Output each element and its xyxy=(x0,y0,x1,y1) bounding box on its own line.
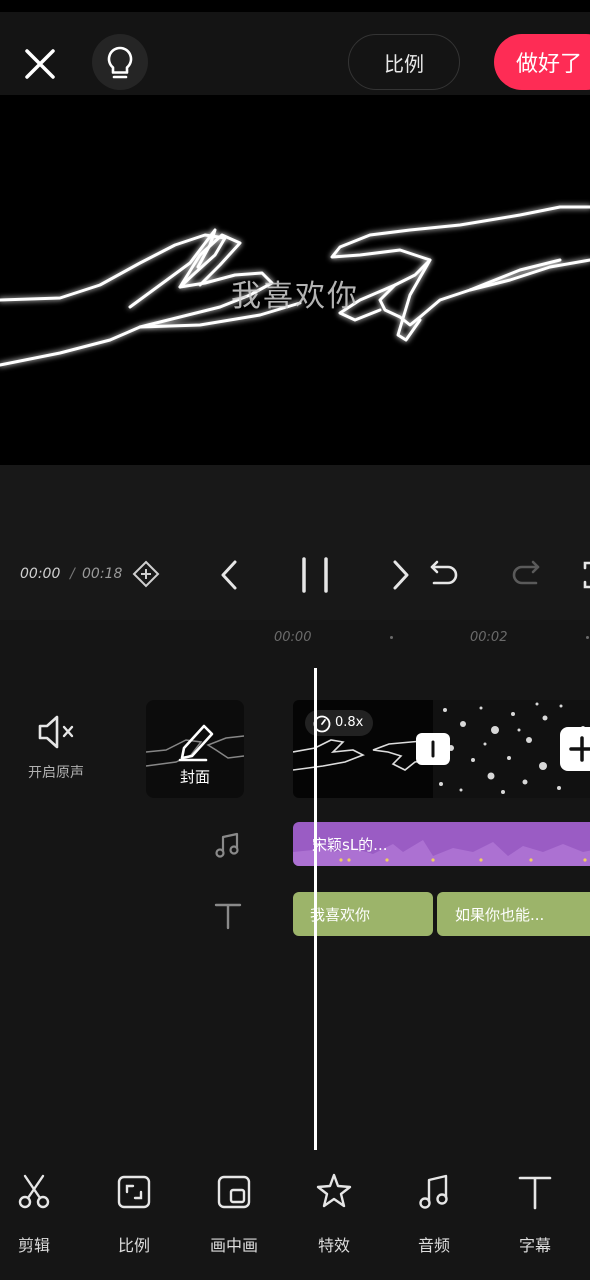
status-strip xyxy=(0,0,590,12)
text-track-icon xyxy=(214,903,242,930)
pause-icon xyxy=(302,557,328,593)
keyframe-diamond-icon xyxy=(132,560,160,588)
text-icon xyxy=(518,1176,552,1210)
keyframe-button[interactable] xyxy=(132,560,160,588)
done-button[interactable]: 做好了 xyxy=(494,34,590,90)
scissors-icon xyxy=(18,1174,50,1209)
toolbar-label: 特效 xyxy=(317,1236,350,1255)
toolbar-label: 音频 xyxy=(417,1236,450,1255)
close-icon xyxy=(25,49,55,79)
chevron-left-icon xyxy=(221,560,237,590)
toolbar-label: 剪辑 xyxy=(17,1236,50,1255)
undo-icon xyxy=(430,560,458,585)
tips-button[interactable] xyxy=(92,34,148,90)
playhead[interactable] xyxy=(314,668,317,1150)
total-time: 00:18 xyxy=(82,566,123,582)
chevron-right-icon xyxy=(393,560,409,590)
toolbar-label: 画中画 xyxy=(209,1236,258,1255)
preview-gap xyxy=(0,465,590,620)
undo-button[interactable] xyxy=(426,558,462,592)
transition-bar-icon xyxy=(431,740,435,758)
audio-track-label: 宋颖sL的... xyxy=(312,836,388,854)
toolbar-item-audio[interactable]: 音频 xyxy=(391,1172,477,1264)
music-note-icon xyxy=(215,832,239,858)
lightbulb-icon xyxy=(107,46,133,79)
previous-frame-button[interactable] xyxy=(214,558,244,592)
toolbar-label: 字幕 xyxy=(518,1236,551,1255)
picture-in-picture-icon xyxy=(217,1175,251,1209)
text-clip-label: 我喜欢你 xyxy=(310,906,371,924)
original-sound-label: 开启原声 xyxy=(28,765,84,781)
toolbar-item-effects[interactable]: 特效 xyxy=(291,1172,377,1264)
toolbar-item-subtitles[interactable]: 字幕 xyxy=(492,1172,578,1264)
toolbar-item-pip[interactable]: 画中画 xyxy=(191,1172,277,1264)
music-note-icon xyxy=(419,1174,448,1209)
add-clip-button[interactable] xyxy=(560,727,590,771)
ruler-dot xyxy=(390,636,393,639)
text-clip-label: 如果你也能... xyxy=(455,906,545,924)
close-button[interactable] xyxy=(18,42,62,86)
ruler-mark: 00:02 xyxy=(470,630,508,645)
toolbar-item-ratio[interactable]: 比例 xyxy=(91,1172,177,1264)
ratio-icon xyxy=(117,1175,151,1209)
speaker-muted-icon xyxy=(38,715,74,749)
next-frame-button[interactable] xyxy=(386,558,416,592)
redo-icon xyxy=(512,560,540,585)
toolbar-item-edit[interactable]: 剪辑 xyxy=(0,1172,77,1264)
effects-star-icon xyxy=(316,1173,352,1208)
ruler-dot xyxy=(586,636,589,639)
fullscreen-icon xyxy=(583,561,590,589)
cover-label: 封面 xyxy=(179,768,210,786)
redo-button[interactable] xyxy=(508,558,544,592)
fullscreen-button[interactable] xyxy=(576,558,590,592)
transition-button[interactable] xyxy=(416,733,450,765)
plus-icon xyxy=(569,736,590,762)
video-preview[interactable]: 我喜欢你 xyxy=(0,95,590,465)
ruler-mark: 00:00 xyxy=(274,630,312,645)
current-time: 00:00 xyxy=(20,566,61,582)
pause-button[interactable] xyxy=(296,556,336,594)
toolbar-label: 比例 xyxy=(117,1236,150,1255)
subtitle-caption: 我喜欢你 xyxy=(231,279,359,314)
ratio-button[interactable]: 比例 xyxy=(348,34,460,90)
time-separator: / xyxy=(70,566,75,582)
